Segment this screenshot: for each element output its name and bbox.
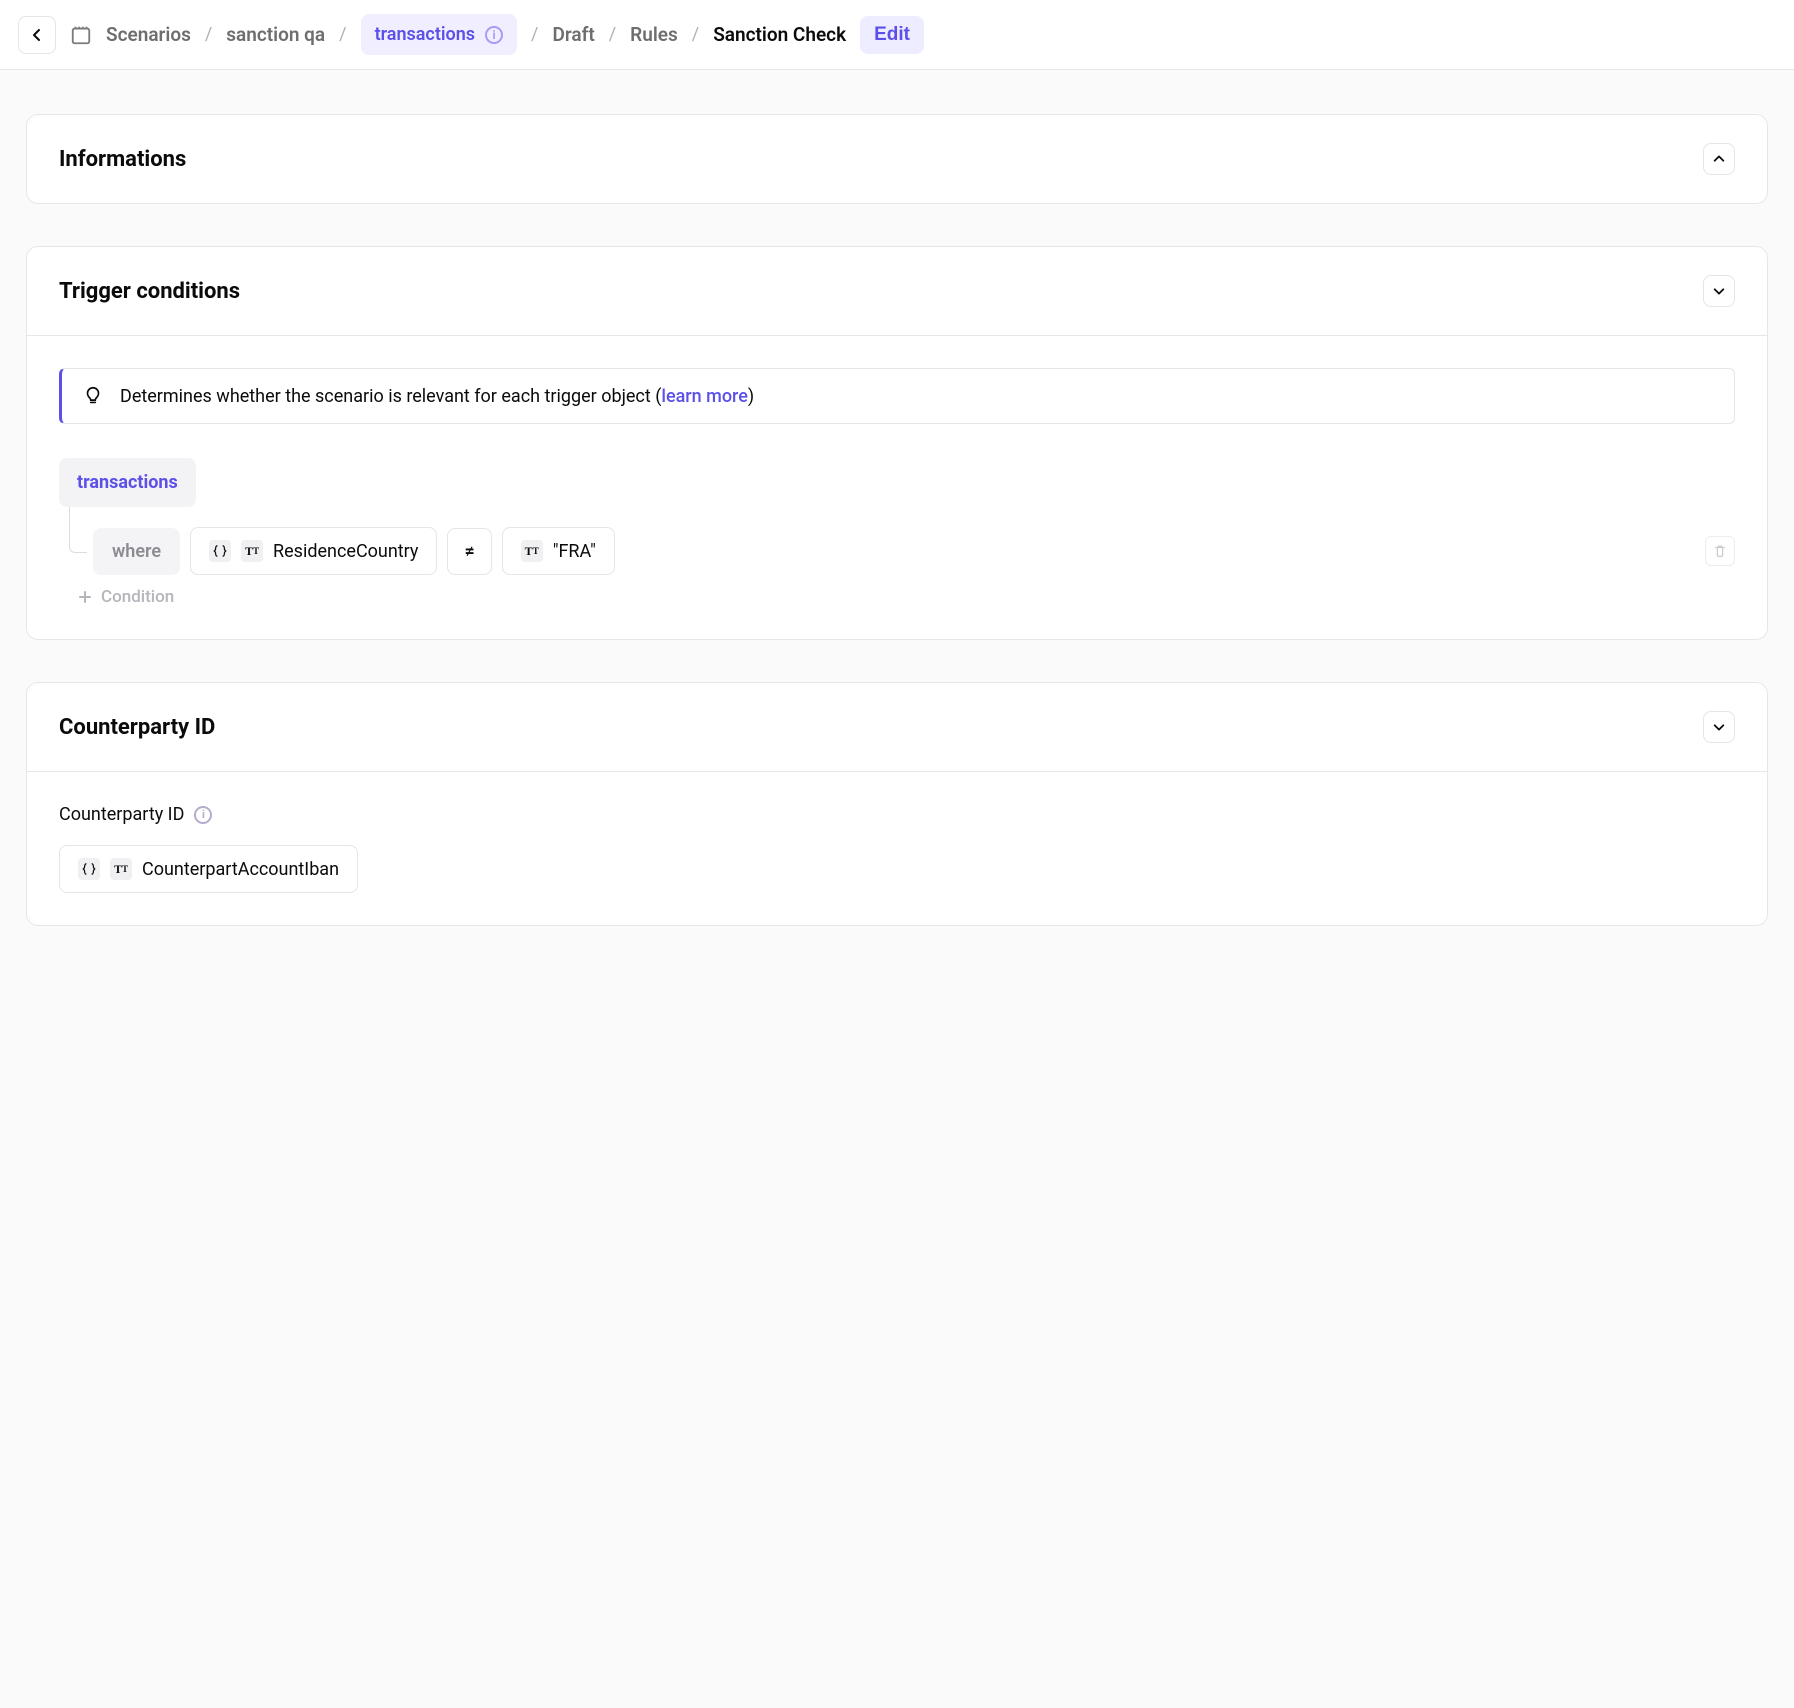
- value-text: "FRA": [553, 541, 596, 562]
- card-header: Informations: [27, 115, 1767, 203]
- chevron-down-icon: [1712, 284, 1726, 298]
- header: Scenarios / sanction qa / transactions i…: [0, 0, 1794, 70]
- breadcrumb-separator: /: [609, 24, 616, 45]
- counterparty-card: Counterparty ID Counterparty ID i TT Cou…: [26, 682, 1768, 926]
- breadcrumb-separator: /: [531, 24, 538, 45]
- trash-icon: [1713, 544, 1727, 558]
- text-type-icon: TT: [110, 858, 132, 880]
- scenario-icon: [70, 24, 92, 46]
- informations-card: Informations: [26, 114, 1768, 204]
- text-type-icon: TT: [241, 540, 263, 562]
- breadcrumb-rules[interactable]: Rules: [630, 23, 678, 46]
- plus-icon: [77, 589, 93, 605]
- breadcrumb-scenarios[interactable]: Scenarios: [106, 23, 191, 46]
- info-icon[interactable]: i: [194, 806, 212, 824]
- expand-button[interactable]: [1703, 711, 1735, 743]
- field-name: CounterpartAccountIban: [142, 859, 339, 880]
- card-header: Trigger conditions: [27, 247, 1767, 335]
- add-condition-button[interactable]: Condition: [59, 587, 1735, 607]
- hint-prefix: Determines whether the scenario is relev…: [120, 386, 661, 407]
- back-button[interactable]: [18, 16, 56, 54]
- tree-connector: [69, 507, 87, 553]
- value-token[interactable]: TT "FRA": [502, 527, 615, 575]
- breadcrumb-current: Sanction Check: [713, 23, 846, 46]
- field-token[interactable]: TT CounterpartAccountIban: [59, 845, 358, 893]
- main-content: Informations Trigger conditions Determin…: [0, 70, 1794, 970]
- card-body: Counterparty ID i TT CounterpartAccountI…: [27, 771, 1767, 925]
- breadcrumb-separator: /: [692, 24, 699, 45]
- breadcrumb-trigger[interactable]: transactions i: [361, 14, 517, 55]
- card-body: Determines whether the scenario is relev…: [27, 335, 1767, 639]
- add-condition-label: Condition: [101, 587, 174, 607]
- chevron-left-icon: [29, 27, 45, 43]
- breadcrumb-draft[interactable]: Draft: [552, 23, 594, 46]
- breadcrumb: Scenarios / sanction qa / transactions i…: [70, 14, 924, 55]
- field-token[interactable]: TT ResidenceCountry: [190, 527, 437, 575]
- object-icon: [78, 858, 100, 880]
- text-type-icon: TT: [521, 540, 543, 562]
- breadcrumb-scenario[interactable]: sanction qa: [226, 23, 325, 46]
- object-icon: [209, 540, 231, 562]
- trigger-object-token[interactable]: transactions: [59, 458, 196, 507]
- condition-row: where TT ResidenceCountry ≠ TT "FRA": [59, 527, 1735, 575]
- field-label-row: Counterparty ID i: [59, 804, 1735, 825]
- breadcrumb-trigger-label: transactions: [375, 24, 475, 45]
- card-header: Counterparty ID: [27, 683, 1767, 771]
- breadcrumb-separator: /: [205, 24, 212, 45]
- edit-button[interactable]: Edit: [860, 16, 924, 54]
- lightbulb-icon: [82, 385, 104, 407]
- card-title: Trigger conditions: [59, 279, 240, 304]
- hint-text: Determines whether the scenario is relev…: [120, 386, 754, 407]
- collapse-button[interactable]: [1703, 143, 1735, 175]
- expand-button[interactable]: [1703, 275, 1735, 307]
- breadcrumb-separator: /: [339, 24, 346, 45]
- where-token: where: [93, 528, 180, 575]
- trigger-conditions-card: Trigger conditions Determines whether th…: [26, 246, 1768, 640]
- hint-suffix: ): [748, 386, 754, 407]
- delete-condition-button[interactable]: [1705, 536, 1735, 566]
- card-title: Counterparty ID: [59, 715, 215, 740]
- operator-token[interactable]: ≠: [447, 528, 491, 575]
- info-icon: i: [485, 26, 503, 44]
- field-name: ResidenceCountry: [273, 541, 418, 562]
- learn-more-link[interactable]: learn more: [661, 386, 748, 407]
- chevron-down-icon: [1712, 720, 1726, 734]
- trigger-block: transactions where TT ResidenceCountry ≠…: [59, 458, 1735, 607]
- hint-box: Determines whether the scenario is relev…: [59, 368, 1735, 424]
- chevron-up-icon: [1712, 152, 1726, 166]
- card-title: Informations: [59, 147, 186, 172]
- field-label: Counterparty ID: [59, 804, 184, 825]
